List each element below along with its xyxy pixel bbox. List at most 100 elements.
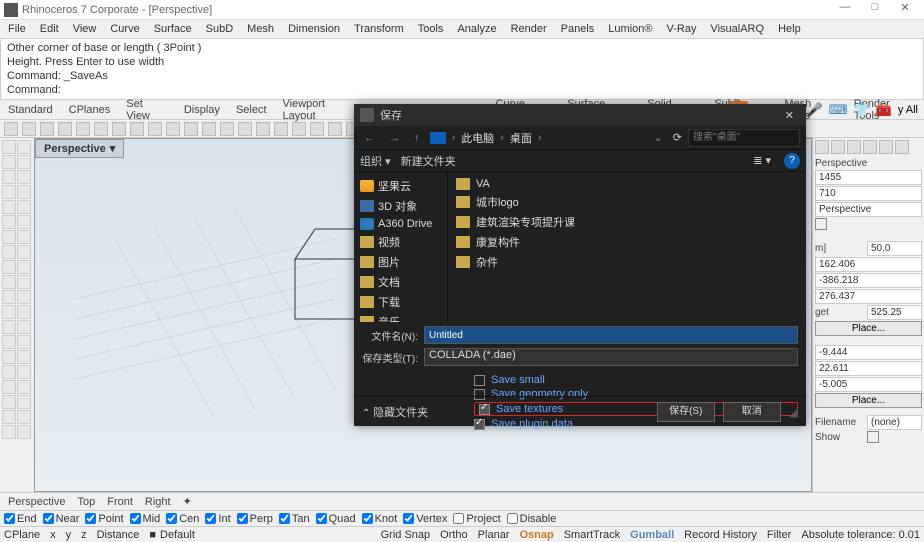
tab-standard[interactable]: Standard	[0, 102, 61, 118]
rp-tz[interactable]: -5.005	[815, 377, 922, 392]
tree-a360[interactable]: A360 Drive	[356, 216, 445, 232]
panel-icon[interactable]	[895, 140, 909, 154]
tool-icon[interactable]	[238, 122, 252, 136]
osnap-knot[interactable]: Knot	[362, 513, 398, 525]
tool-icon[interactable]	[17, 140, 31, 154]
rp-x[interactable]: 162.406	[815, 257, 922, 272]
status-smarttrack[interactable]: SmartTrack	[564, 529, 620, 541]
ime-mic-icon[interactable]: 🎤	[806, 102, 822, 118]
list-item[interactable]: 康复构件	[454, 232, 800, 252]
osnap-near[interactable]: Near	[43, 513, 80, 525]
menu-view[interactable]: View	[69, 22, 101, 36]
tool-icon[interactable]	[17, 185, 31, 199]
tool-icon[interactable]	[17, 365, 31, 379]
menu-dimension[interactable]: Dimension	[284, 22, 344, 36]
menu-visualarq[interactable]: VisualARQ	[706, 22, 768, 36]
panel-icon[interactable]	[879, 140, 893, 154]
tool-icon[interactable]	[17, 380, 31, 394]
tool-icon[interactable]	[2, 200, 16, 214]
close-button[interactable]: ✕	[890, 1, 920, 19]
tool-icon[interactable]	[2, 395, 16, 409]
menu-analyze[interactable]: Analyze	[453, 22, 500, 36]
place-button[interactable]: Place...	[815, 321, 922, 336]
tool-icon[interactable]	[17, 350, 31, 364]
tool-icon[interactable]	[94, 122, 108, 136]
tool-icon[interactable]	[2, 380, 16, 394]
tool-icon[interactable]	[2, 350, 16, 364]
tool-icon[interactable]	[292, 122, 306, 136]
nav-up-button[interactable]: ↑	[410, 132, 424, 144]
list-item[interactable]: VA	[454, 176, 800, 192]
tree-downloads[interactable]: 下载	[356, 292, 445, 312]
osnap-mid[interactable]: Mid	[130, 513, 161, 525]
tool-icon[interactable]	[40, 122, 54, 136]
tool-icon[interactable]	[202, 122, 216, 136]
tool-icon[interactable]	[17, 245, 31, 259]
tool-icon[interactable]	[17, 410, 31, 424]
place-button2[interactable]: Place...	[815, 393, 922, 408]
menu-render[interactable]: Render	[507, 22, 551, 36]
tree-videos[interactable]: 视频	[356, 232, 445, 252]
osnap-disable[interactable]: Disable	[507, 513, 557, 525]
vtab-top[interactable]: Top	[77, 496, 95, 508]
panel-icon[interactable]	[831, 140, 845, 154]
status-gumball[interactable]: Gumball	[630, 529, 674, 541]
tool-icon[interactable]	[22, 122, 36, 136]
tool-icon[interactable]	[274, 122, 288, 136]
filename-input[interactable]	[424, 326, 798, 344]
maximize-button[interactable]: □	[860, 1, 890, 19]
osnap-vertex[interactable]: Vertex	[403, 513, 447, 525]
tool-icon[interactable]	[2, 245, 16, 259]
panel-icon[interactable]	[847, 140, 861, 154]
crumb-pc[interactable]: 此电脑	[461, 130, 494, 146]
tool-icon[interactable]	[2, 230, 16, 244]
filetype-select[interactable]: COLLADA (*.dae)	[424, 348, 798, 366]
menu-vray[interactable]: V-Ray	[662, 22, 700, 36]
minimize-button[interactable]: —	[830, 1, 860, 19]
hide-folders-button[interactable]: ⌃ 隐藏文件夹	[362, 404, 428, 420]
tool-icon[interactable]	[17, 320, 31, 334]
rp-y[interactable]: -386.218	[815, 273, 922, 288]
menu-curve[interactable]: Curve	[106, 22, 143, 36]
tool-icon[interactable]	[2, 185, 16, 199]
status-planar[interactable]: Planar	[478, 529, 510, 541]
status-ortho[interactable]: Ortho	[440, 529, 468, 541]
tool-icon[interactable]	[17, 155, 31, 169]
menu-help[interactable]: Help	[774, 22, 805, 36]
cancel-button[interactable]: 取消	[723, 402, 781, 422]
tab-display[interactable]: Display	[176, 102, 228, 118]
newfolder-button[interactable]: 新建文件夹	[401, 153, 456, 169]
osnap-perp[interactable]: Perp	[237, 513, 273, 525]
tree-pictures[interactable]: 图片	[356, 252, 445, 272]
vtab-perspective[interactable]: Perspective	[8, 496, 65, 508]
tool-icon[interactable]	[2, 215, 16, 229]
list-item[interactable]: 杂件	[454, 252, 800, 272]
osnap-tan[interactable]: Tan	[279, 513, 310, 525]
rp-z[interactable]: 276.437	[815, 289, 922, 304]
rp-val1[interactable]: 1455	[815, 170, 922, 185]
tool-icon[interactable]	[166, 122, 180, 136]
rp-ty[interactable]: 22.611	[815, 361, 922, 376]
pc-icon[interactable]	[430, 132, 446, 144]
osnap-end[interactable]: End	[4, 513, 37, 525]
save-button[interactable]: 保存(S)	[657, 402, 715, 422]
tool-icon[interactable]	[2, 335, 16, 349]
tab-vplayout[interactable]: Viewport Layout	[275, 96, 367, 124]
tool-icon[interactable]	[2, 320, 16, 334]
tool-icon[interactable]	[17, 290, 31, 304]
history-dropdown[interactable]: ⌄	[650, 131, 667, 144]
tool-icon[interactable]	[2, 260, 16, 274]
tool-icon[interactable]	[184, 122, 198, 136]
ime-toolbox-icon[interactable]: 🧰	[876, 102, 892, 118]
tab-select[interactable]: Select	[228, 102, 275, 118]
tool-icon[interactable]	[2, 140, 16, 154]
rp-show-checkbox[interactable]	[867, 431, 879, 443]
ime-skin-icon[interactable]: 👕	[853, 102, 869, 118]
vtab-front[interactable]: Front	[107, 496, 133, 508]
tool-icon[interactable]	[17, 215, 31, 229]
help-button[interactable]: ?	[784, 153, 800, 169]
panel-icon[interactable]	[815, 140, 829, 154]
tool-icon[interactable]	[328, 122, 342, 136]
tool-icon[interactable]	[2, 305, 16, 319]
tool-icon[interactable]	[2, 170, 16, 184]
